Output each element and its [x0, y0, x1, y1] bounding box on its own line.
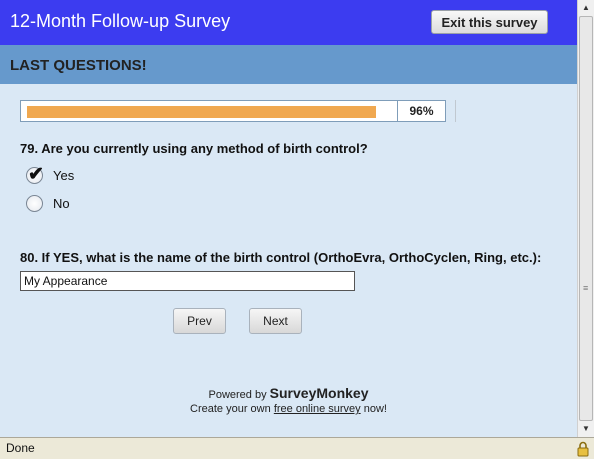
progress-bar: 96%: [20, 100, 446, 122]
prev-button[interactable]: Prev: [173, 308, 226, 334]
next-button[interactable]: Next: [249, 308, 302, 334]
vertical-scrollbar[interactable]: ▲ ≡ ▼: [577, 0, 594, 437]
exit-survey-button[interactable]: Exit this survey: [431, 10, 548, 34]
powered-by: Powered by SurveyMonkey: [0, 385, 577, 401]
create-prefix: Create your own: [190, 403, 271, 415]
checkmark-icon: ✔: [28, 164, 44, 185]
question-79-text: 79. Are you currently using any method o…: [20, 141, 368, 156]
survey-header: 12-Month Follow-up Survey Exit this surv…: [0, 0, 577, 45]
progress-fill: [27, 106, 376, 118]
create-survey-line: Create your own free online survey now!: [0, 403, 577, 415]
survey-content: 96% 79. Are you currently using any meth…: [0, 84, 577, 435]
birth-control-name-input[interactable]: [20, 271, 355, 291]
status-text: Done: [6, 441, 35, 455]
footer: Powered by SurveyMonkey Create your own …: [0, 385, 577, 415]
create-suffix: now!: [363, 403, 387, 415]
option-yes-label: Yes: [53, 168, 75, 183]
lock-icon: [577, 441, 589, 457]
radio-no[interactable]: [26, 195, 43, 212]
scroll-thumb[interactable]: ≡: [579, 16, 593, 421]
scroll-up-arrow-icon[interactable]: ▲: [578, 0, 594, 16]
surveymonkey-logo: SurveyMonkey: [269, 385, 369, 401]
question-80-text: 80. If YES, what is the name of the birt…: [20, 250, 542, 265]
powered-prefix: Powered by: [208, 389, 267, 401]
survey-title: 12-Month Follow-up Survey: [10, 11, 231, 31]
browser-status-bar: Done: [0, 437, 594, 459]
progress-percent: 96%: [409, 104, 434, 118]
free-online-survey-link[interactable]: free online survey: [274, 403, 361, 415]
scroll-grip-icon: ≡: [583, 283, 589, 293]
progress-end-tick: [455, 100, 456, 122]
section-banner: LAST QUESTIONS!: [0, 45, 577, 84]
scroll-down-arrow-icon[interactable]: ▼: [578, 421, 594, 437]
option-no-label: No: [53, 196, 70, 211]
section-title: LAST QUESTIONS!: [10, 57, 147, 74]
